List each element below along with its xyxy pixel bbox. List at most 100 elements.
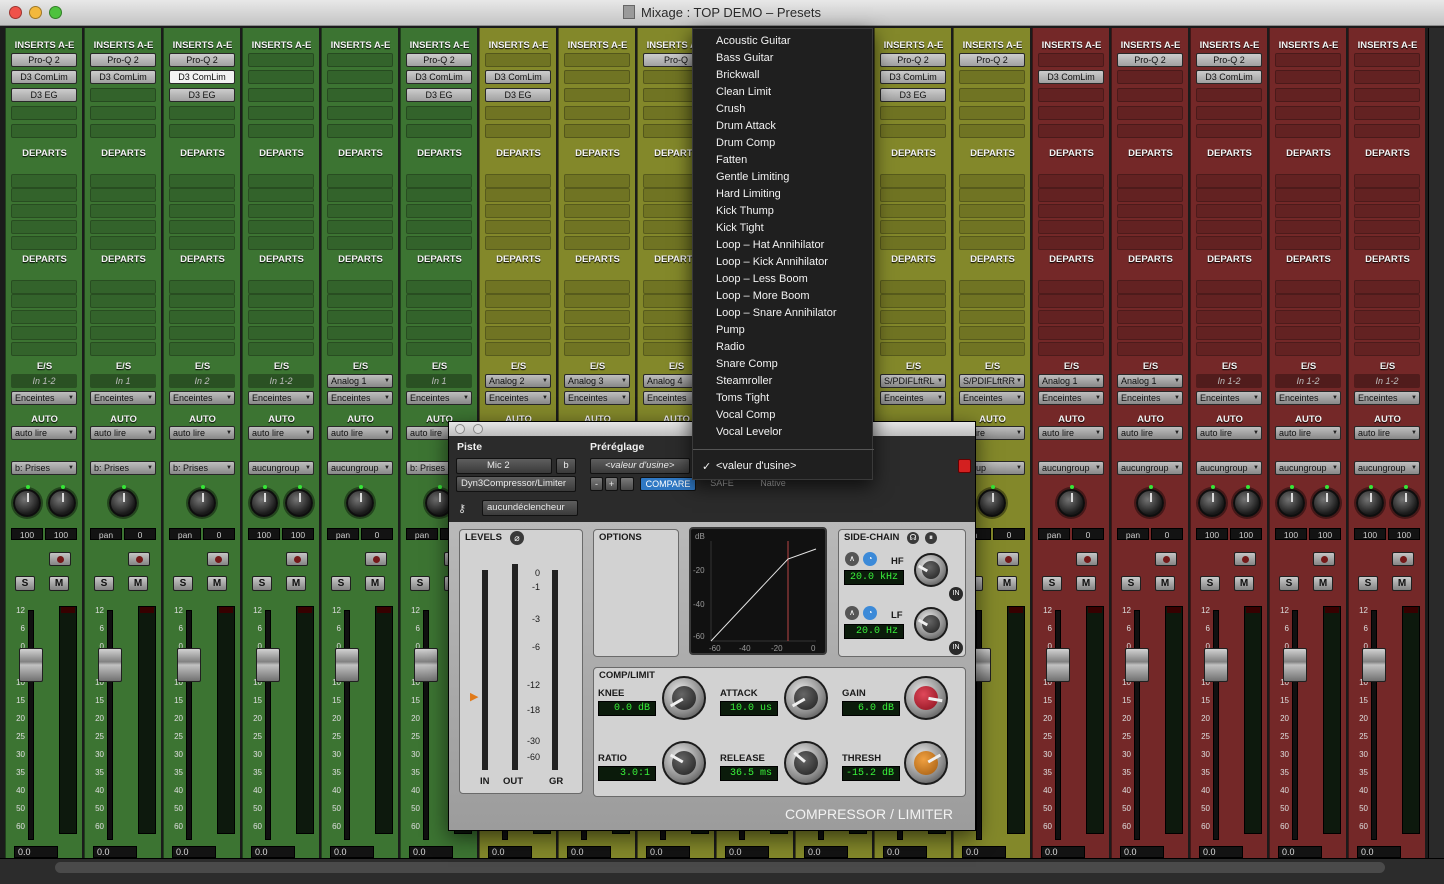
mute-button[interactable]: M: [365, 576, 385, 591]
insert-slot-empty[interactable]: [327, 88, 393, 102]
send-slot[interactable]: [1038, 280, 1104, 294]
output-selector[interactable]: Enceintes: [1196, 391, 1262, 405]
group-selector[interactable]: aucungroup: [1196, 461, 1262, 475]
automation-mode-selector[interactable]: auto lire: [1275, 426, 1341, 440]
pan-knob-right[interactable]: [1312, 485, 1340, 517]
send-slot[interactable]: [1038, 174, 1104, 188]
insert-slot-empty[interactable]: [959, 124, 1025, 138]
fader-track[interactable]: [186, 610, 192, 840]
send-slot[interactable]: [1196, 188, 1262, 202]
send-slot[interactable]: [1117, 310, 1183, 324]
output-selector[interactable]: Enceintes: [169, 391, 235, 405]
send-slot[interactable]: [959, 310, 1025, 324]
lf-knob[interactable]: [914, 607, 948, 641]
send-slot[interactable]: [1117, 174, 1183, 188]
insert-slot-empty[interactable]: [169, 106, 235, 120]
send-slot[interactable]: [1117, 294, 1183, 308]
volume-fader[interactable]: [1125, 648, 1149, 682]
send-slot[interactable]: [485, 174, 551, 188]
send-slot[interactable]: [485, 342, 551, 356]
send-slot[interactable]: [485, 188, 551, 202]
menu-item-preset[interactable]: Steamroller: [716, 375, 772, 387]
input-selector[interactable]: In 1: [90, 374, 156, 388]
insert-slot[interactable]: Pro-Q 2: [959, 53, 1025, 67]
send-slot[interactable]: [959, 236, 1025, 250]
send-slot[interactable]: [11, 310, 77, 324]
menu-item-preset[interactable]: Pump: [716, 324, 745, 336]
insert-slot-empty[interactable]: [1038, 88, 1104, 102]
send-slot[interactable]: [564, 326, 630, 340]
volume-fader[interactable]: [256, 648, 280, 682]
send-slot[interactable]: [248, 188, 314, 202]
send-slot[interactable]: [169, 174, 235, 188]
lf-value[interactable]: 20.0 Hz: [844, 624, 904, 639]
send-slot[interactable]: [1354, 236, 1420, 250]
group-selector[interactable]: b: Prises: [169, 461, 235, 475]
send-slot[interactable]: [327, 204, 393, 218]
group-selector[interactable]: aucungroup: [248, 461, 314, 475]
send-slot[interactable]: [959, 204, 1025, 218]
output-selector[interactable]: Enceintes: [248, 391, 314, 405]
insert-slot-empty[interactable]: [1275, 106, 1341, 120]
send-slot[interactable]: [1275, 174, 1341, 188]
input-selector[interactable]: S/PDIFLftRR: [959, 374, 1025, 388]
fader-track[interactable]: [976, 610, 982, 840]
automation-mode-selector[interactable]: auto lire: [1196, 426, 1262, 440]
send-slot[interactable]: [1275, 188, 1341, 202]
input-selector[interactable]: In 1-2: [1196, 374, 1262, 388]
send-slot[interactable]: [1354, 326, 1420, 340]
volume-fader[interactable]: [335, 648, 359, 682]
send-slot[interactable]: [327, 326, 393, 340]
volume-fader[interactable]: [19, 648, 43, 682]
output-selector[interactable]: Enceintes: [90, 391, 156, 405]
gain-knob[interactable]: [904, 676, 948, 720]
send-slot[interactable]: [11, 326, 77, 340]
send-slot[interactable]: [90, 326, 156, 340]
insert-slot-empty[interactable]: [248, 88, 314, 102]
send-slot[interactable]: [485, 310, 551, 324]
menu-item-preset[interactable]: Fatten: [716, 154, 747, 166]
send-slot[interactable]: [880, 326, 946, 340]
insert-slot[interactable]: D3 ComLim: [169, 70, 235, 84]
input-selector[interactable]: In 2: [169, 374, 235, 388]
volume-readout[interactable]: 0.0: [962, 846, 1006, 858]
send-slot[interactable]: [90, 188, 156, 202]
fader-track[interactable]: [423, 610, 429, 840]
solo-button[interactable]: S: [1042, 576, 1062, 591]
solo-button[interactable]: S: [1200, 576, 1220, 591]
solo-button[interactable]: S: [1279, 576, 1299, 591]
send-slot[interactable]: [1117, 326, 1183, 340]
group-selector[interactable]: aucungroup: [327, 461, 393, 475]
insert-slot[interactable]: Pro-Q 2: [1196, 53, 1262, 67]
input-selector[interactable]: Analog 1: [1117, 374, 1183, 388]
send-slot[interactable]: [564, 294, 630, 308]
insert-slot-empty[interactable]: [406, 124, 472, 138]
menu-item-preset[interactable]: Acoustic Guitar: [716, 35, 791, 47]
volume-readout[interactable]: 0.0: [725, 846, 769, 858]
pan-knob-right[interactable]: [1391, 485, 1419, 517]
send-slot[interactable]: [1038, 310, 1104, 324]
insert-slot-empty[interactable]: [564, 70, 630, 84]
compare-button[interactable]: COMPARE: [640, 477, 696, 491]
volume-fader[interactable]: [414, 648, 438, 682]
pan-knob-right[interactable]: [48, 485, 76, 517]
mute-button[interactable]: M: [49, 576, 69, 591]
input-selector[interactable]: Analog 3: [564, 374, 630, 388]
send-slot[interactable]: [169, 236, 235, 250]
send-slot[interactable]: [1038, 326, 1104, 340]
send-slot[interactable]: [564, 342, 630, 356]
output-selector[interactable]: Enceintes: [1275, 391, 1341, 405]
menu-item-preset[interactable]: Loop – Snare Annihilator: [716, 307, 836, 319]
volume-fader[interactable]: [1362, 648, 1386, 682]
levels-reset-icon[interactable]: ⌀: [510, 531, 524, 545]
volume-readout[interactable]: 0.0: [330, 846, 374, 858]
send-slot[interactable]: [1275, 236, 1341, 250]
insert-slot-empty[interactable]: [11, 106, 77, 120]
menu-item-preset[interactable]: Loop – More Boom: [716, 290, 810, 302]
menu-item-preset[interactable]: Loop – Hat Annihilator: [716, 239, 824, 251]
threshold-marker-icon[interactable]: ▶: [470, 690, 478, 703]
record-arm-button[interactable]: [1234, 552, 1256, 566]
output-selector[interactable]: Enceintes: [485, 391, 551, 405]
menu-item-preset[interactable]: Toms Tight: [716, 392, 769, 404]
pan-knob[interactable]: [188, 485, 216, 517]
